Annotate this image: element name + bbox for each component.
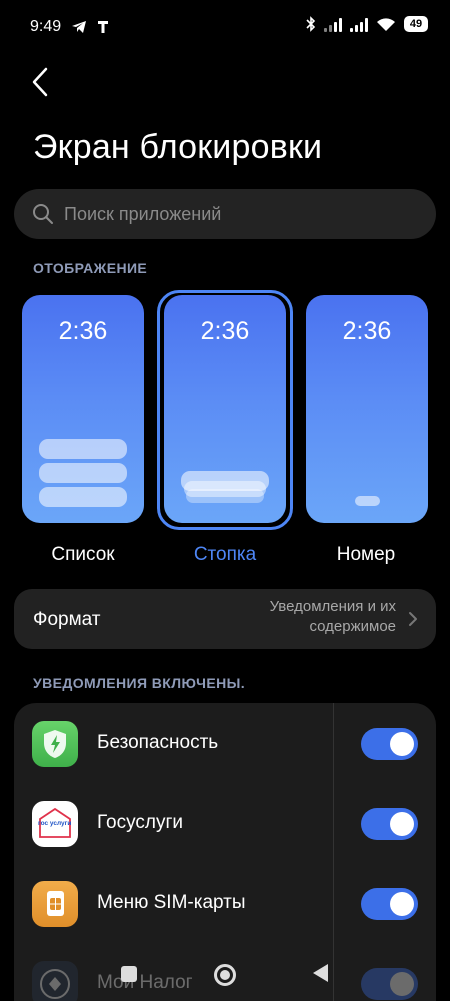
search-input[interactable] [64, 203, 404, 225]
page-title: Экран блокировки [33, 128, 323, 166]
selected-style-frame [157, 290, 293, 530]
list-item[interactable]: Меню SIM-карты [14, 863, 436, 943]
display-section-label: ОТОБРАЖЕНИЕ [33, 260, 148, 276]
chevron-right-icon [409, 612, 417, 626]
t-icon [98, 21, 109, 33]
style-caption-list[interactable]: Список [13, 544, 153, 566]
preview-notification [39, 439, 127, 459]
app-name: Безопасность [97, 732, 219, 753]
style-caption-stack[interactable]: Стопка [155, 544, 295, 566]
gosuslugi-app-icon: гос услуги [32, 801, 78, 847]
notification-toggle[interactable] [361, 888, 418, 920]
format-value: Уведомления и их содержимое [269, 598, 396, 635]
style-card-list[interactable]: 2:36 [22, 295, 144, 523]
security-app-icon [32, 721, 78, 767]
wifi-icon [377, 17, 395, 31]
style-card-time: 2:36 [58, 317, 108, 345]
status-bar: 9:49 49 [0, 0, 450, 52]
preview-notification [39, 463, 127, 483]
style-caption-number[interactable]: Номер [296, 544, 436, 566]
app-name: Меню SIM-карты [97, 892, 246, 913]
navigation-bar [0, 952, 450, 1001]
recent-apps-button[interactable] [121, 966, 137, 982]
notification-toggle[interactable] [361, 728, 418, 760]
sim-card-app-icon [32, 881, 78, 927]
notification-toggle[interactable] [361, 808, 418, 840]
signal-icon [350, 16, 368, 32]
status-time: 9:49 [30, 18, 62, 35]
format-setting[interactable]: Формат Уведомления и их содержимое [14, 589, 436, 649]
signal-icon [324, 16, 342, 32]
list-item[interactable]: гос услуги Госуслуги [14, 783, 436, 863]
app-name: Госуслуги [97, 812, 184, 833]
format-title: Формат [33, 609, 101, 630]
search-bar[interactable] [14, 189, 436, 239]
style-card-time: 2:36 [342, 317, 392, 345]
telegram-icon [72, 21, 87, 33]
home-button[interactable] [214, 964, 236, 986]
preview-notification-count [355, 496, 380, 506]
style-card-number[interactable]: 2:36 [306, 295, 428, 523]
preview-notification [39, 487, 127, 507]
notifications-section-label: УВЕДОМЛЕНИЯ ВКЛЮЧЕНЫ. [33, 675, 245, 691]
chevron-left-icon [32, 67, 48, 97]
search-icon [33, 204, 53, 224]
list-item[interactable]: Безопасность [14, 703, 436, 783]
bluetooth-icon [306, 16, 316, 32]
back-nav-button[interactable] [313, 964, 328, 982]
battery-icon: 49 [404, 16, 428, 32]
back-button[interactable] [26, 64, 56, 100]
